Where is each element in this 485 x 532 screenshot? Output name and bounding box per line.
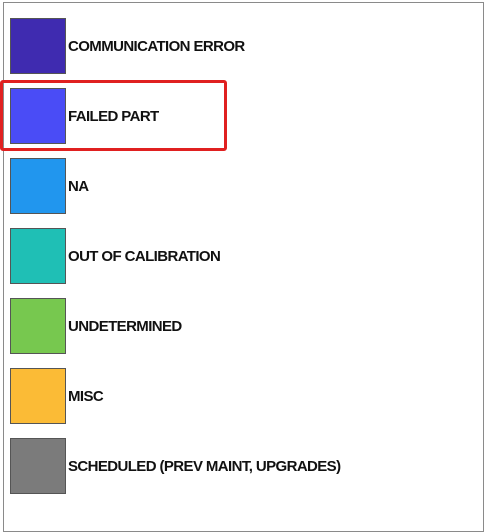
legend-label-misc: MISC: [68, 387, 104, 405]
legend-swatch-na: [10, 158, 66, 214]
legend-swatch-scheduled: [10, 438, 66, 494]
legend-swatch-out-of-calibration: [10, 228, 66, 284]
legend-label-out-of-calibration: OUT OF CALIBRATION: [68, 247, 221, 265]
legend-swatch-undetermined: [10, 298, 66, 354]
legend-item-scheduled[interactable]: SCHEDULED (PREV MAINT, UPGRADES): [10, 438, 480, 494]
legend-item-communication-error[interactable]: COMMUNICATION ERROR: [10, 18, 480, 74]
legend-label-scheduled: SCHEDULED (PREV MAINT, UPGRADES): [68, 457, 341, 475]
legend-swatch-misc: [10, 368, 66, 424]
legend-swatch-communication-error: [10, 18, 66, 74]
legend-label-failed-part: FAILED PART: [68, 107, 159, 125]
legend-label-undetermined: UNDETERMINED: [68, 317, 182, 335]
legend-swatch-failed-part: [10, 88, 66, 144]
legend-item-misc[interactable]: MISC: [10, 368, 480, 424]
legend-item-undetermined[interactable]: UNDETERMINED: [10, 298, 480, 354]
legend-label-na: NA: [68, 177, 89, 195]
legend-item-failed-part[interactable]: FAILED PART: [10, 88, 480, 144]
legend-panel: COMMUNICATION ERROR FAILED PART NA OUT O…: [3, 2, 484, 532]
legend-label-communication-error: COMMUNICATION ERROR: [68, 37, 245, 55]
legend-item-na[interactable]: NA: [10, 158, 480, 214]
legend-item-out-of-calibration[interactable]: OUT OF CALIBRATION: [10, 228, 480, 284]
